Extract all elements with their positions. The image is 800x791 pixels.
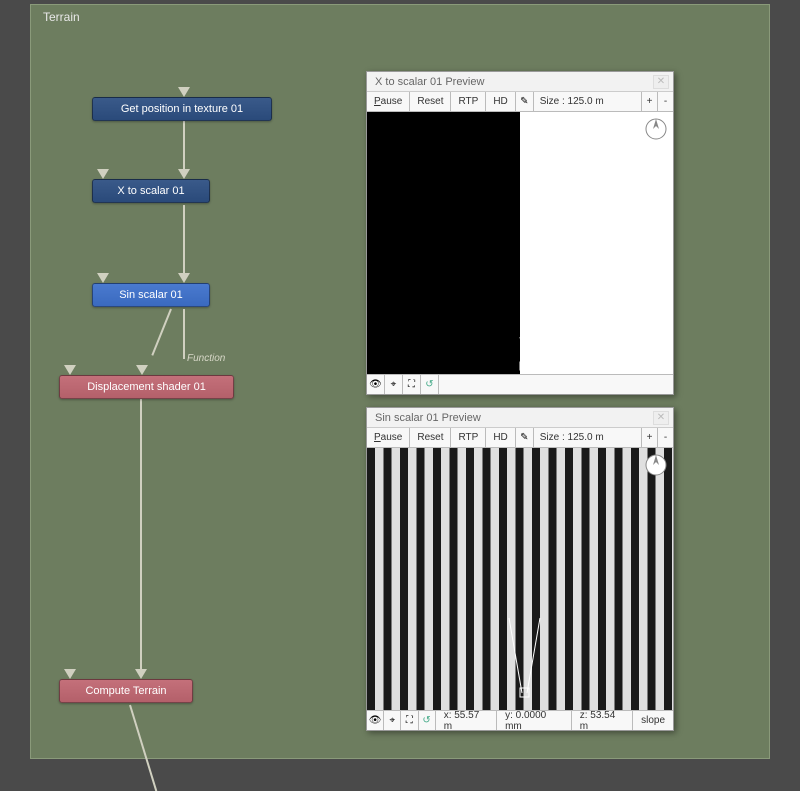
arrow-icon	[97, 273, 109, 283]
eye-icon[interactable]: 👁	[367, 711, 384, 730]
preview-title: Sin scalar 01 Preview	[371, 412, 653, 424]
arrow-icon	[135, 669, 147, 679]
preview-x-to-scalar: X to scalar 01 Preview ✕ Pause Reset RTP…	[366, 71, 674, 395]
arrow-icon	[97, 169, 109, 179]
compass-icon[interactable]	[644, 117, 668, 141]
connection	[140, 399, 142, 671]
connection	[183, 205, 185, 273]
arrow-icon	[136, 365, 148, 375]
preview-footer: 👁 ⌖ ⛶ ↺	[367, 374, 673, 394]
node-get-position[interactable]: Get position in texture 01	[92, 97, 272, 121]
brush-icon[interactable]: ✎	[516, 92, 534, 111]
arrow-icon	[178, 87, 190, 97]
zoom-in-button[interactable]: +	[641, 92, 657, 111]
terrain-panel: Terrain Function Get position in texture…	[30, 4, 770, 759]
pause-button[interactable]: Pause	[367, 428, 410, 447]
node-x-to-scalar[interactable]: X to scalar 01	[92, 179, 210, 203]
preview-title: X to scalar 01 Preview	[371, 76, 653, 88]
coord-z: z: 53.54 m	[572, 711, 633, 730]
camera-icon[interactable]	[515, 322, 545, 374]
node-displacement-shader[interactable]: Displacement shader 01	[59, 375, 234, 399]
brush-icon[interactable]: ✎	[516, 428, 534, 447]
node-compute-terrain[interactable]: Compute Terrain	[59, 679, 193, 703]
reset-button[interactable]: Reset	[410, 92, 451, 111]
arrow-icon	[178, 169, 190, 179]
connection	[183, 309, 185, 359]
function-label: Function	[187, 353, 225, 364]
zoom-out-button[interactable]: -	[657, 428, 673, 447]
preview-footer: 👁 ⌖ ⛶ ↺ x: 55.57 m y: 0.0000 mm z: 53.54…	[367, 710, 673, 730]
camera-icon[interactable]	[507, 608, 547, 701]
rtp-button[interactable]: RTP	[451, 92, 486, 111]
slope-label: slope	[633, 711, 673, 730]
coord-y: y: 0.0000 mm	[497, 711, 572, 730]
eye-icon[interactable]: 👁	[367, 375, 385, 394]
node-graph[interactable]: Function Get position in texture 01 X to…	[31, 29, 769, 782]
coord-x: x: 55.57 m	[436, 711, 497, 730]
node-sin-scalar[interactable]: Sin scalar 01	[92, 283, 210, 307]
arrow-icon	[64, 365, 76, 375]
connection	[183, 121, 185, 169]
hd-button[interactable]: HD	[486, 92, 515, 111]
close-icon[interactable]: ✕	[653, 75, 669, 89]
size-label: Size : 125.0 m	[534, 432, 641, 443]
connection	[151, 309, 172, 356]
preview-sin-scalar: Sin scalar 01 Preview ✕ Pause Reset RTP …	[366, 407, 674, 731]
pause-button[interactable]: Pause	[367, 92, 410, 111]
preview-viewport[interactable]	[367, 112, 673, 374]
target-icon[interactable]: ⌖	[385, 375, 403, 394]
arrow-icon	[178, 273, 190, 283]
close-icon[interactable]: ✕	[653, 411, 669, 425]
connection	[129, 705, 157, 791]
expand-icon[interactable]: ⛶	[403, 375, 421, 394]
refresh-icon[interactable]: ↺	[421, 375, 439, 394]
target-icon[interactable]: ⌖	[384, 711, 401, 730]
panel-title: Terrain	[31, 5, 769, 29]
compass-icon[interactable]	[644, 453, 668, 477]
rtp-button[interactable]: RTP	[451, 428, 486, 447]
refresh-icon[interactable]: ↺	[419, 711, 436, 730]
preview-toolbar: Pause Reset RTP HD ✎ Size : 125.0 m + -	[367, 428, 673, 448]
reset-button[interactable]: Reset	[410, 428, 451, 447]
size-label: Size : 125.0 m	[534, 96, 641, 107]
arrow-icon	[64, 669, 76, 679]
preview-toolbar: Pause Reset RTP HD ✎ Size : 125.0 m + -	[367, 92, 673, 112]
preview-titlebar[interactable]: Sin scalar 01 Preview ✕	[367, 408, 673, 428]
preview-titlebar[interactable]: X to scalar 01 Preview ✕	[367, 72, 673, 92]
expand-icon[interactable]: ⛶	[401, 711, 418, 730]
zoom-out-button[interactable]: -	[657, 92, 673, 111]
hd-button[interactable]: HD	[486, 428, 515, 447]
zoom-in-button[interactable]: +	[641, 428, 657, 447]
preview-viewport[interactable]	[367, 448, 673, 710]
